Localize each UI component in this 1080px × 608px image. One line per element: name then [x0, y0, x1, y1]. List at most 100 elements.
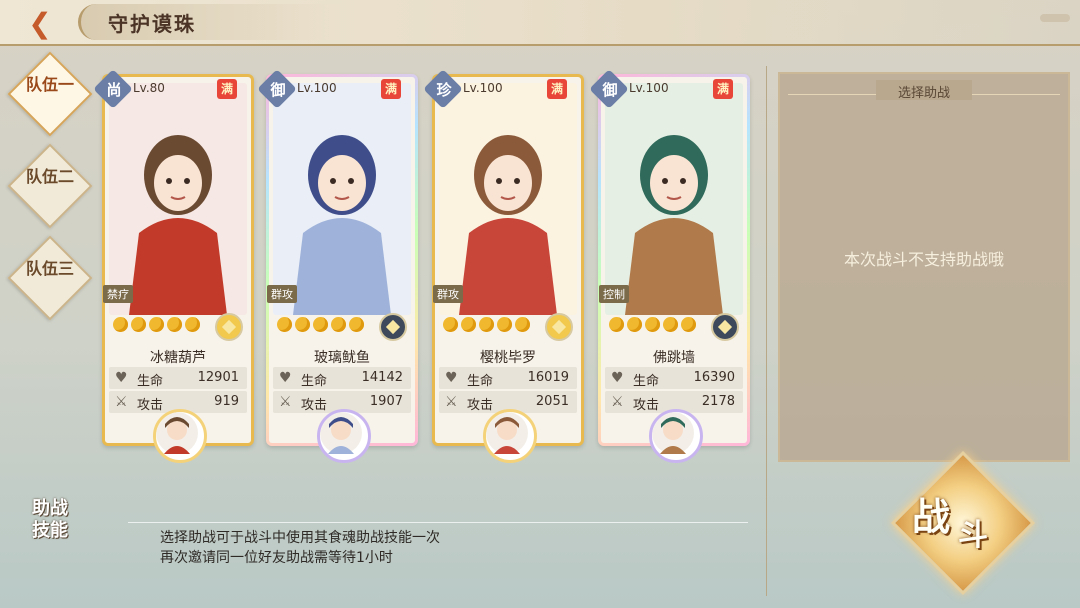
role-tag: 群攻	[267, 285, 297, 303]
level-text: Lv.100	[463, 81, 503, 95]
max-badge: 满	[217, 79, 237, 99]
star-rating	[277, 317, 377, 335]
panel-title: 选择助战	[897, 86, 950, 101]
assist-skill-avatar[interactable]	[317, 409, 371, 463]
sword-icon: ⚔	[445, 394, 458, 410]
star-icon	[277, 317, 292, 332]
menu-handle[interactable]	[1040, 14, 1070, 22]
page-title: 守护谟珠	[108, 12, 196, 36]
stat-value: 16019	[527, 370, 569, 385]
max-badge: 满	[381, 79, 401, 99]
star-rating	[443, 317, 543, 335]
star-icon	[515, 317, 530, 332]
level-text: Lv.100	[629, 81, 669, 95]
star-icon	[295, 317, 310, 332]
horizontal-divider	[128, 522, 748, 523]
star-icon	[149, 317, 164, 332]
heart-icon: ♥	[279, 370, 292, 386]
character-portrait	[109, 83, 247, 315]
vertical-divider	[766, 66, 767, 596]
assist-skill-label-line1: 助战	[32, 498, 68, 519]
stat-value: 2178	[701, 394, 735, 409]
star-icon	[113, 317, 128, 332]
stat-value: 2051	[535, 394, 569, 409]
star-icon	[349, 317, 364, 332]
heart-icon: ♥	[611, 370, 624, 386]
character-portrait	[273, 83, 411, 315]
stat-row-hp: ♥ 生命 16390	[605, 367, 743, 389]
character-name: 樱桃毕罗	[480, 350, 536, 366]
max-badge: 满	[713, 79, 733, 99]
stat-value: 16390	[693, 370, 735, 385]
element-icon	[545, 313, 573, 341]
star-icon	[185, 317, 200, 332]
star-icon	[313, 317, 328, 332]
rank-text: 御	[602, 81, 618, 99]
character-card-1[interactable]: 尚 Lv.80 满 禁疗 冰糖葫芦 ♥ 生命 12901 ⚔ 攻击 919	[93, 69, 254, 463]
star-icon	[609, 317, 624, 332]
stat-label: 生命	[633, 374, 660, 389]
stat-label: 攻击	[137, 398, 164, 413]
tab-team-3-label: 队伍三	[25, 259, 74, 278]
element-icon	[379, 313, 407, 341]
assist-skill-label-line2: 技能	[32, 520, 68, 541]
level-text: Lv.80	[133, 81, 165, 95]
star-rating	[113, 317, 213, 335]
star-icon	[627, 317, 642, 332]
level-text: Lv.100	[297, 81, 337, 95]
character-name: 玻璃鱿鱼	[314, 350, 370, 366]
role-tag: 控制	[599, 285, 629, 303]
stat-label: 生命	[137, 374, 164, 389]
assist-description-line1: 选择助战可于战斗中使用其食魂助战技能一次	[160, 530, 440, 546]
rank-text: 尚	[106, 81, 122, 99]
rank-text: 珍	[436, 81, 452, 99]
role-tag: 群攻	[433, 285, 463, 303]
star-icon	[461, 317, 476, 332]
assist-skill-avatar[interactable]	[649, 409, 703, 463]
stat-value: 12901	[197, 370, 239, 385]
assist-skill-avatar[interactable]	[483, 409, 537, 463]
stat-value: 1907	[369, 394, 403, 409]
assist-description-line2: 再次邀请同一位好友助战需等待1小时	[160, 550, 393, 566]
character-portrait	[439, 83, 577, 315]
character-card-3[interactable]: 珍 Lv.100 满 群攻 樱桃毕罗 ♥ 生命 16019 ⚔ 攻击 2051	[423, 69, 584, 463]
panel-message: 本次战斗不支持助战哦	[843, 250, 1004, 269]
assist-description: 选择助战可于战斗中使用其食魂助战技能一次 再次邀请同一位好友助战需等待1小时	[160, 528, 440, 568]
tab-team-2-label: 队伍二	[25, 167, 74, 186]
stat-label: 攻击	[467, 398, 494, 413]
stat-label: 生命	[467, 374, 494, 389]
stat-value: 919	[214, 394, 239, 409]
stat-label: 生命	[301, 374, 328, 389]
star-icon	[331, 317, 346, 332]
character-card-4[interactable]: 御 Lv.100 满 控制 佛跳墙 ♥ 生命 16390 ⚔ 攻击 2178	[589, 69, 750, 463]
star-icon	[443, 317, 458, 332]
star-icon	[131, 317, 146, 332]
star-rating	[609, 317, 709, 335]
stat-row-hp: ♥ 生命 14142	[273, 367, 411, 389]
tab-team-1-label: 队伍一	[25, 75, 74, 94]
sword-icon: ⚔	[279, 394, 292, 410]
star-icon	[663, 317, 678, 332]
stat-label: 攻击	[301, 398, 328, 413]
assist-skill-avatar[interactable]	[153, 409, 207, 463]
star-icon	[167, 317, 182, 332]
stat-row-hp: ♥ 生命 12901	[109, 367, 247, 389]
star-icon	[645, 317, 660, 332]
character-name: 佛跳墙	[653, 350, 695, 366]
element-icon	[215, 313, 243, 341]
star-icon	[497, 317, 512, 332]
character-card-2[interactable]: 御 Lv.100 满 群攻 玻璃鱿鱼 ♥ 生命 14142 ⚔ 攻击 1907	[257, 69, 418, 463]
stat-row-hp: ♥ 生命 16019	[439, 367, 577, 389]
heart-icon: ♥	[445, 370, 458, 386]
character-portrait	[605, 83, 743, 315]
back-button[interactable]: ❮	[12, 6, 68, 40]
sword-icon: ⚔	[611, 394, 624, 410]
character-name: 冰糖葫芦	[150, 350, 206, 366]
max-badge: 满	[547, 79, 567, 99]
star-icon	[479, 317, 494, 332]
stat-value: 14142	[361, 370, 403, 385]
role-tag: 禁疗	[103, 285, 133, 303]
back-arrow-icon: ❮	[28, 6, 52, 40]
assist-select-panel[interactable]: 选择助战 本次战斗不支持助战哦	[778, 72, 1070, 462]
sword-icon: ⚔	[115, 394, 128, 410]
